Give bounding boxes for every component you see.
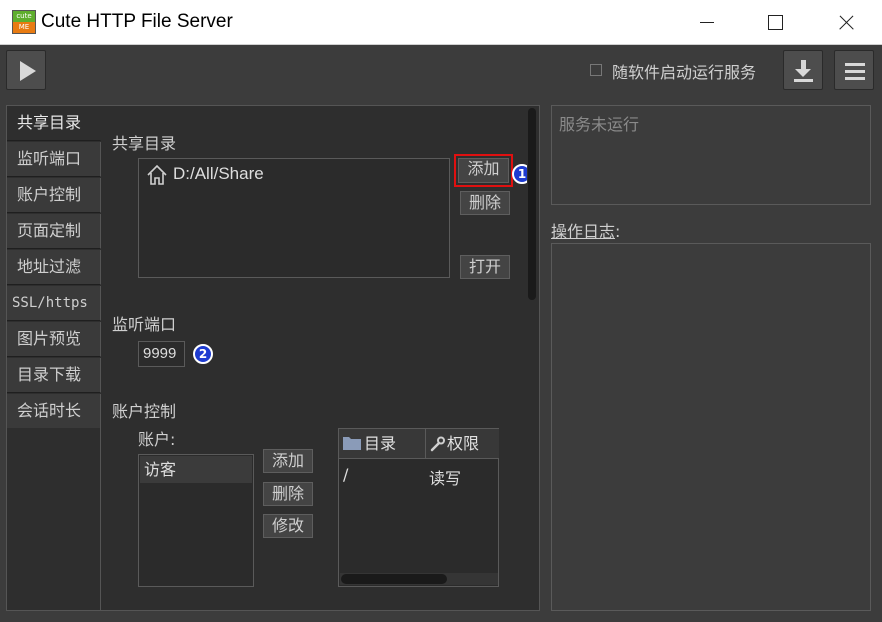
badge-2: 2 xyxy=(193,344,213,364)
perm-col-perm[interactable]: 权限 xyxy=(426,429,499,459)
log-label-suffix: : xyxy=(615,222,621,241)
autostart-checkbox[interactable] xyxy=(590,64,602,76)
port-heading: 监听端口 xyxy=(112,315,177,334)
status-box: 服务未运行 xyxy=(551,105,871,205)
logo-bottom-text: ME xyxy=(13,22,35,33)
share-add-button[interactable]: 添加 xyxy=(454,154,513,187)
perm-row-perm[interactable]: 读写 xyxy=(429,465,461,489)
account-list[interactable]: 访客 xyxy=(138,454,254,587)
close-button[interactable] xyxy=(811,0,881,45)
start-server-button[interactable] xyxy=(6,50,46,90)
account-add-button[interactable]: 添加 xyxy=(263,449,313,473)
permission-table[interactable]: 目录 权限 / 读写 xyxy=(338,428,499,587)
maximize-button[interactable] xyxy=(741,0,811,45)
log-label: 操作日志: xyxy=(551,218,620,242)
share-list[interactable]: D:/All/Share xyxy=(138,158,450,278)
log-box[interactable] xyxy=(551,243,871,611)
port-input[interactable]: 9999 xyxy=(138,341,185,367)
perm-hscroll-thumb[interactable] xyxy=(341,574,447,584)
home-icon xyxy=(147,164,167,185)
account-item-guest[interactable]: 访客 xyxy=(140,456,252,483)
account-delete-button[interactable]: 删除 xyxy=(263,482,313,506)
perm-row-dir[interactable]: / xyxy=(343,465,348,484)
wrench-icon xyxy=(430,436,445,452)
account-heading: 账户控制 xyxy=(112,402,177,421)
tab-account-control[interactable]: 账户控制 xyxy=(7,178,101,213)
tab-page-custom[interactable]: 页面定制 xyxy=(7,214,101,249)
menu-button[interactable] xyxy=(834,50,874,90)
account-edit-button[interactable]: 修改 xyxy=(263,514,313,538)
maximize-icon xyxy=(768,15,783,30)
play-icon xyxy=(20,61,36,81)
settings-panel: 共享目录 监听端口 账户控制 页面定制 地址过滤 SSL/https 图片预览 … xyxy=(6,105,540,611)
tab-address-filter[interactable]: 地址过滤 xyxy=(7,250,101,285)
perm-col-perm-label: 权限 xyxy=(447,434,480,453)
window-title: Cute HTTP File Server xyxy=(41,11,233,32)
share-open-button[interactable]: 打开 xyxy=(460,255,510,279)
panel-vscroll-thumb[interactable] xyxy=(528,108,536,300)
tab-image-preview[interactable]: 图片预览 xyxy=(7,322,101,357)
tab-shared-dir[interactable]: 共享目录 xyxy=(7,106,101,141)
minimize-icon xyxy=(700,22,714,23)
title-bar: cute ME Cute HTTP File Server xyxy=(0,0,882,45)
tab-listen-port[interactable]: 监听端口 xyxy=(7,142,101,177)
share-heading: 共享目录 xyxy=(112,134,177,153)
status-text: 服务未运行 xyxy=(559,115,640,134)
log-label-text: 操作日志 xyxy=(551,222,616,241)
tab-ssl-https[interactable]: SSL/https xyxy=(7,286,101,321)
autostart-label: 随软件启动运行服务 xyxy=(612,63,757,82)
download-button[interactable] xyxy=(783,50,823,90)
app-logo-icon: cute ME xyxy=(12,10,36,34)
perm-col-dir[interactable]: 目录 xyxy=(339,429,426,459)
share-delete-button[interactable]: 删除 xyxy=(460,191,510,215)
toolbar: 随软件启动运行服务 xyxy=(0,45,882,99)
share-add-label: 添加 xyxy=(458,158,509,183)
tab-session-duration[interactable]: 会话时长 xyxy=(7,394,101,429)
minimize-button[interactable] xyxy=(672,0,742,45)
sidebar-filler xyxy=(7,428,101,610)
share-path-item[interactable]: D:/All/Share xyxy=(173,164,264,184)
tab-dir-download[interactable]: 目录下载 xyxy=(7,358,101,393)
perm-col-dir-label: 目录 xyxy=(364,434,397,453)
logo-top-text: cute xyxy=(13,11,35,22)
account-label: 账户: xyxy=(138,430,176,449)
folder-icon xyxy=(343,437,361,450)
